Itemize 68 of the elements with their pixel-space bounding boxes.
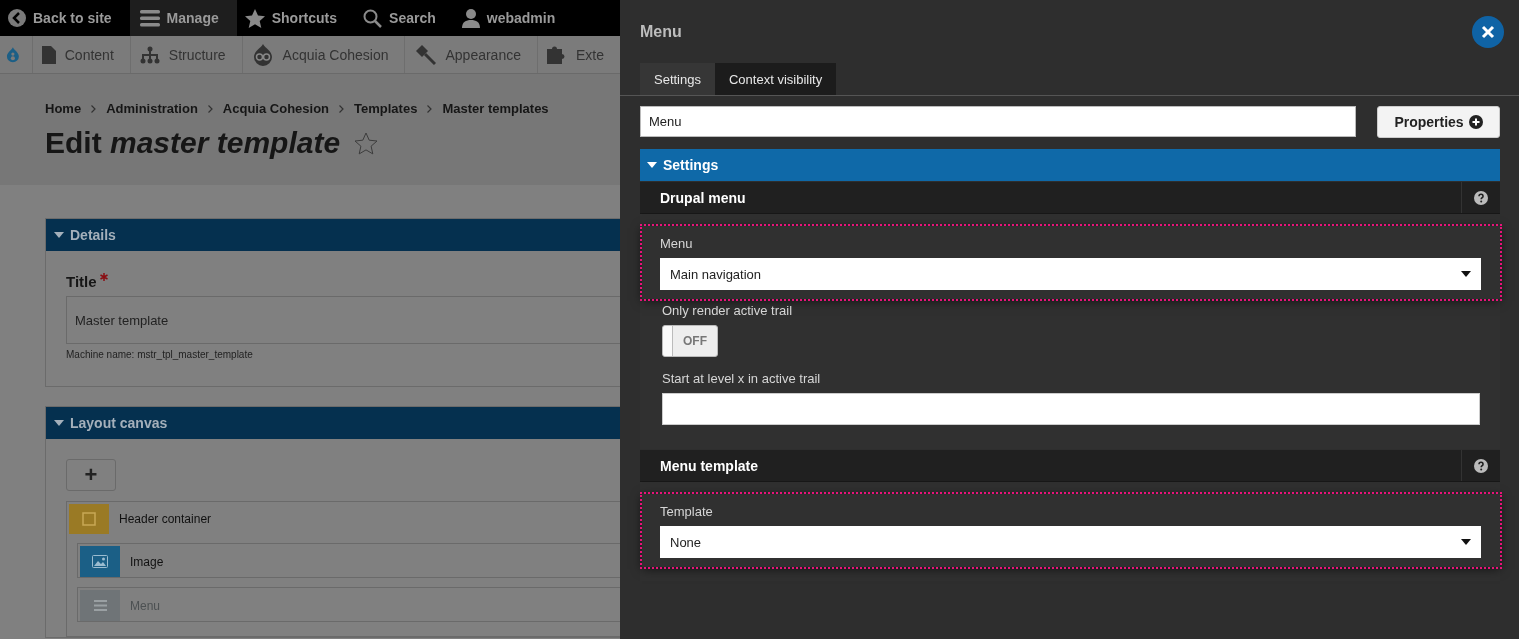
drop-glasses-icon xyxy=(251,43,274,66)
star-outline-icon[interactable] xyxy=(354,131,379,155)
toolbar-item[interactable]: Shortcuts xyxy=(236,0,356,36)
input-field[interactable]: Menu xyxy=(640,106,1356,137)
chevron-icon xyxy=(207,104,213,113)
field-label: Title xyxy=(66,273,97,290)
chevron-icon xyxy=(91,104,97,113)
help-text: Machine name: mstr_tpl_master_template xyxy=(66,349,254,360)
caret-icon xyxy=(54,420,64,426)
canvas-element[interactable]: Image xyxy=(77,543,620,578)
document-icon xyxy=(41,45,56,64)
section-header[interactable]: Settings xyxy=(640,149,1500,181)
search-icon xyxy=(363,8,383,28)
input-field[interactable]: Master template xyxy=(66,296,620,344)
element-label: Header container xyxy=(119,512,212,526)
section-header[interactable]: Details xyxy=(46,219,620,251)
properties-button[interactable]: Properties xyxy=(1377,106,1500,138)
breadcrumb-link[interactable]: Administration xyxy=(106,101,198,116)
image-icon xyxy=(92,555,108,568)
input-field[interactable] xyxy=(662,393,1480,425)
page-title: Edit master template xyxy=(45,126,341,160)
puzzle-icon xyxy=(547,44,567,65)
breadcrumb-link[interactable]: Master templates xyxy=(442,101,549,116)
admin-menu-item[interactable]: Acquia Cohesion xyxy=(241,36,405,73)
admin-menu-item[interactable]: Content xyxy=(31,36,130,73)
toolbar-item[interactable]: Back to site xyxy=(0,0,130,36)
select-field[interactable]: None xyxy=(660,526,1481,558)
caret-icon xyxy=(54,232,64,238)
element-label: Image xyxy=(130,554,164,569)
back-icon xyxy=(8,9,26,27)
tab[interactable]: Context visibility xyxy=(715,63,837,95)
field-label: Template xyxy=(660,504,714,519)
square-icon xyxy=(82,512,96,526)
group-title: Drupal menu xyxy=(659,189,746,206)
toolbar-item[interactable]: webadmin xyxy=(453,0,574,36)
breadcrumb-link[interactable]: Acquia Cohesion xyxy=(222,101,330,116)
group-title: Menu template xyxy=(659,457,758,474)
star-icon xyxy=(244,8,265,28)
field-label: Start at level x in active trail xyxy=(662,371,822,386)
user-icon xyxy=(461,8,480,28)
admin-menu-item[interactable]: Structure xyxy=(129,36,242,73)
field-label: Only render active trail xyxy=(662,303,794,318)
select-field[interactable]: Main navigation xyxy=(660,258,1481,290)
add-button[interactable]: + xyxy=(66,459,116,491)
section-header[interactable]: Layout canvas xyxy=(46,407,620,439)
menu-icon xyxy=(139,9,160,27)
sitemap-icon xyxy=(139,45,160,64)
help-icon[interactable] xyxy=(1474,190,1488,205)
toolbar-item[interactable]: Search xyxy=(355,0,454,36)
admin-menu-item[interactable]: Appearance xyxy=(404,36,537,73)
close-icon xyxy=(1481,24,1495,39)
breadcrumb-link[interactable]: Home xyxy=(45,101,82,116)
dropdown-caret-icon xyxy=(1461,271,1471,277)
caret-icon xyxy=(647,162,657,168)
brush-icon xyxy=(414,43,437,66)
breadcrumb-link[interactable]: Templates xyxy=(354,101,418,116)
field-label: Menu xyxy=(660,236,694,251)
toolbar-item[interactable]: Manage xyxy=(129,0,237,36)
help-icon[interactable] xyxy=(1474,458,1488,473)
close-button[interactable] xyxy=(1472,15,1504,48)
plus-circle-icon xyxy=(1468,115,1483,129)
toggle-switch[interactable]: OFF xyxy=(662,325,718,357)
chevron-icon xyxy=(427,104,433,113)
tab[interactable]: Settings xyxy=(640,63,715,95)
menu-icon xyxy=(93,600,107,611)
dropdown-caret-icon xyxy=(1461,539,1471,545)
chevron-icon xyxy=(339,104,345,113)
panel-title: Menu xyxy=(640,22,682,41)
